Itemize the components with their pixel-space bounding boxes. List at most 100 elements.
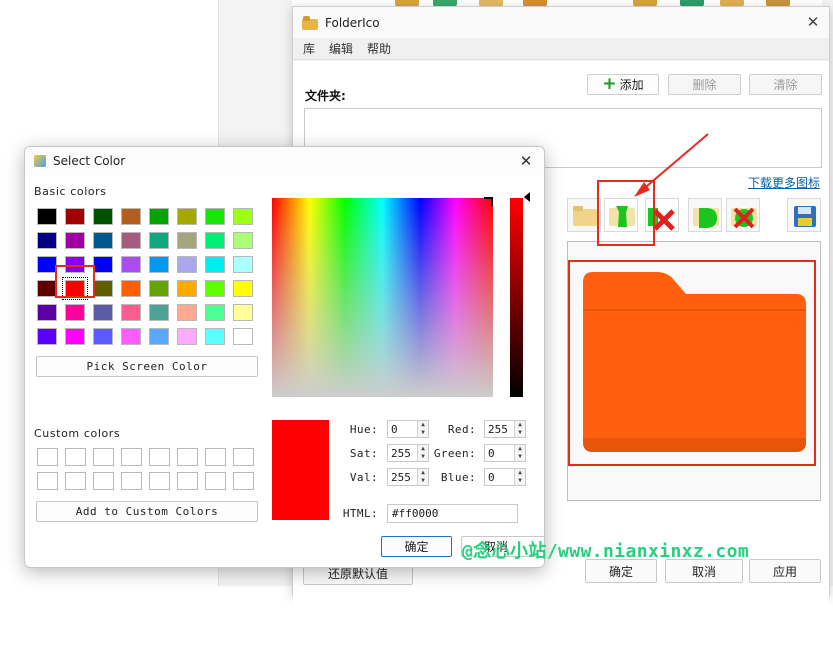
red-spinbox[interactable]: 255 ▲ ▼ xyxy=(484,420,526,438)
color-swatch[interactable] xyxy=(177,280,197,297)
color-swatch[interactable] xyxy=(93,280,113,297)
color-swatch[interactable] xyxy=(65,232,85,249)
blue-label: Blue: xyxy=(440,471,476,484)
color-swatch[interactable] xyxy=(37,208,57,225)
color-swatch[interactable] xyxy=(205,328,225,345)
custom-color-swatch[interactable] xyxy=(65,448,86,466)
color-swatch[interactable] xyxy=(93,328,113,345)
menu-library[interactable]: 库 xyxy=(303,40,315,57)
folder-icon[interactable] xyxy=(567,198,601,232)
custom-color-swatch[interactable] xyxy=(205,448,226,466)
color-swatch[interactable] xyxy=(93,208,113,225)
custom-color-swatch[interactable] xyxy=(177,472,198,490)
color-swatch[interactable] xyxy=(65,304,85,321)
clear-button[interactable]: 清除 xyxy=(749,74,822,95)
spin-arrows-icon[interactable]: ▲ ▼ xyxy=(514,469,525,485)
custom-color-swatch[interactable] xyxy=(37,472,58,490)
value-slider[interactable] xyxy=(510,198,523,397)
save-disk-icon[interactable] xyxy=(787,198,821,232)
color-swatch[interactable] xyxy=(177,208,197,225)
color-swatch[interactable] xyxy=(205,304,225,321)
pick-screen-color-button[interactable]: Pick Screen Color xyxy=(36,356,258,377)
color-swatch[interactable] xyxy=(177,304,197,321)
custom-color-swatch[interactable] xyxy=(233,448,254,466)
spin-arrows-icon[interactable]: ▲ ▼ xyxy=(417,469,428,485)
color-swatch[interactable] xyxy=(121,256,141,273)
spin-arrows-icon[interactable]: ▲ ▼ xyxy=(417,421,428,437)
custom-color-swatch[interactable] xyxy=(121,472,142,490)
main-apply-button[interactable]: 应用 xyxy=(749,559,821,583)
custom-color-swatch[interactable] xyxy=(177,448,198,466)
green-spinbox[interactable]: 0 ▲ ▼ xyxy=(484,444,526,462)
color-swatch[interactable] xyxy=(65,208,85,225)
color-swatch[interactable] xyxy=(121,232,141,249)
color-swatch[interactable] xyxy=(149,256,169,273)
download-more-icons-link[interactable]: 下载更多图标 xyxy=(748,174,820,191)
custom-color-swatch[interactable] xyxy=(233,472,254,490)
html-hex-input[interactable]: #ff0000 xyxy=(387,504,518,523)
color-swatch[interactable] xyxy=(121,304,141,321)
color-swatch[interactable] xyxy=(37,232,57,249)
color-swatch[interactable] xyxy=(121,328,141,345)
color-swatch[interactable] xyxy=(205,208,225,225)
color-swatch[interactable] xyxy=(37,328,57,345)
blue-value: 0 xyxy=(488,470,495,484)
color-swatch[interactable] xyxy=(149,328,169,345)
sat-label: Sat: xyxy=(349,447,378,460)
color-swatch[interactable] xyxy=(37,304,57,321)
spin-arrows-icon[interactable]: ▲ ▼ xyxy=(417,445,428,461)
color-swatch[interactable] xyxy=(205,280,225,297)
custom-color-swatch[interactable] xyxy=(149,448,170,466)
value-slider-marker[interactable] xyxy=(524,192,530,202)
delete-button[interactable]: 删除 xyxy=(668,74,741,95)
custom-color-swatch[interactable] xyxy=(37,448,58,466)
menu-edit[interactable]: 编辑 xyxy=(329,40,353,57)
custom-color-swatch[interactable] xyxy=(65,472,86,490)
color-swatch[interactable] xyxy=(149,208,169,225)
custom-color-swatch[interactable] xyxy=(205,472,226,490)
color-spectrum[interactable] xyxy=(272,198,493,397)
color-swatch[interactable] xyxy=(37,256,57,273)
color-swatch[interactable] xyxy=(233,304,253,321)
dialog-ok-button[interactable]: 确定 xyxy=(381,536,452,557)
val-spinbox[interactable]: 255 ▲ ▼ xyxy=(387,468,429,486)
dialog-close-icon[interactable]: ✕ xyxy=(517,152,535,170)
color-swatch[interactable] xyxy=(93,304,113,321)
color-swatch[interactable] xyxy=(233,232,253,249)
color-swatch[interactable] xyxy=(37,280,57,297)
color-swatch[interactable] xyxy=(205,232,225,249)
val-label: Val: xyxy=(349,471,378,484)
color-swatch[interactable] xyxy=(93,256,113,273)
color-swatch[interactable] xyxy=(233,280,253,297)
custom-color-swatch[interactable] xyxy=(149,472,170,490)
color-swatch[interactable] xyxy=(177,328,197,345)
color-swatch[interactable] xyxy=(149,280,169,297)
custom-color-swatch[interactable] xyxy=(93,448,114,466)
sat-spinbox[interactable]: 255 ▲ ▼ xyxy=(387,444,429,462)
color-swatch[interactable] xyxy=(65,328,85,345)
color-swatch[interactable] xyxy=(233,328,253,345)
color-swatch[interactable] xyxy=(177,256,197,273)
spin-arrows-icon[interactable]: ▲ ▼ xyxy=(514,421,525,437)
blue-spinbox[interactable]: 0 ▲ ▼ xyxy=(484,468,526,486)
color-swatch[interactable] xyxy=(149,304,169,321)
color-swatch[interactable] xyxy=(177,232,197,249)
spectrum-crosshair[interactable] xyxy=(484,197,493,206)
color-swatch[interactable] xyxy=(233,208,253,225)
color-swatch[interactable] xyxy=(121,280,141,297)
spin-arrows-icon[interactable]: ▲ ▼ xyxy=(514,445,525,461)
color-swatch[interactable] xyxy=(121,208,141,225)
add-to-custom-colors-button[interactable]: Add to Custom Colors xyxy=(36,501,258,522)
color-swatch[interactable] xyxy=(233,256,253,273)
annotation-arrow xyxy=(634,133,709,197)
custom-color-swatch[interactable] xyxy=(121,448,142,466)
color-swatch[interactable] xyxy=(93,232,113,249)
menu-help[interactable]: 帮助 xyxy=(367,40,391,57)
watermark-text: @念心小站/www.nianxinxz.com xyxy=(462,541,750,562)
add-folder-button[interactable]: + 添加 xyxy=(587,74,659,95)
custom-color-swatch[interactable] xyxy=(93,472,114,490)
color-swatch[interactable] xyxy=(205,256,225,273)
window-close-icon[interactable]: ✕ xyxy=(804,13,822,31)
color-swatch[interactable] xyxy=(149,232,169,249)
hue-spinbox[interactable]: 0 ▲ ▼ xyxy=(387,420,429,438)
